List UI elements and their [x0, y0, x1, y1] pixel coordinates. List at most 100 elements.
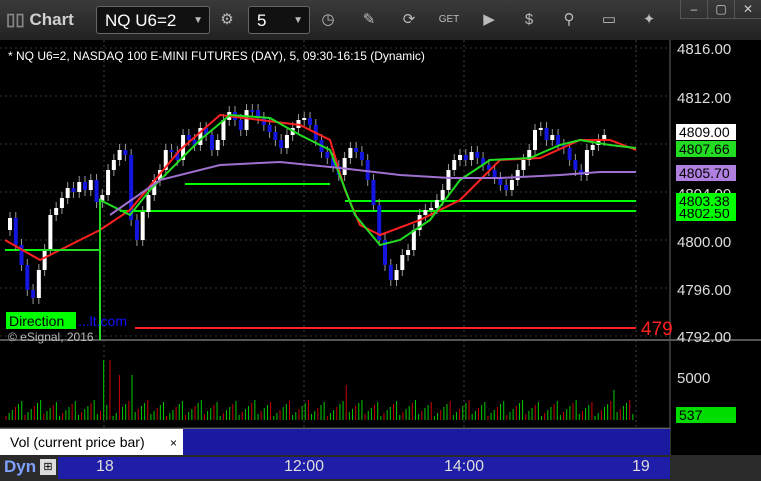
candle-body: [267, 125, 272, 132]
candle-body: [169, 150, 174, 152]
settings-gear-icon[interactable]: ⚙: [212, 6, 242, 34]
candle-body: [8, 218, 12, 230]
candle-body: [308, 118, 312, 125]
candle-body: [59, 198, 64, 208]
candle-body: [279, 140, 284, 148]
candle-body: [498, 178, 503, 185]
dynamic-label[interactable]: Dyn: [4, 457, 36, 477]
candle-body: [458, 155, 462, 160]
candle-body: [538, 128, 543, 130]
pencil-icon[interactable]: ✎: [354, 6, 384, 34]
time-tick: 14:00: [444, 458, 485, 475]
candle-body: [492, 170, 497, 178]
candle-body: [348, 148, 353, 158]
candle-body: [423, 210, 428, 215]
time-scroll-area[interactable]: [58, 457, 670, 479]
volume-tick: 5000: [677, 370, 710, 387]
minimize-icon[interactable]: –: [680, 0, 708, 19]
candle-body: [238, 120, 243, 130]
candle-body: [359, 152, 364, 160]
price-chart[interactable]: * NQ U6=2, NASDAQ 100 E-MINI FUTURES (DA…: [0, 40, 761, 481]
candle-body: [250, 110, 255, 112]
candle-body: [533, 130, 537, 150]
candle-body: [550, 135, 555, 140]
dollar-icon[interactable]: $: [514, 6, 544, 34]
get-icon[interactable]: GET: [434, 6, 464, 34]
candle-body: [475, 152, 480, 158]
time-tick: 12:00: [284, 458, 325, 475]
price-tick: 4800.00: [677, 234, 731, 251]
candle-body: [590, 145, 595, 150]
candle-body: [284, 135, 289, 148]
close-icon[interactable]: ✕: [734, 0, 761, 19]
candle-body: [429, 208, 434, 210]
candle-body: [446, 170, 451, 190]
candle-body: [71, 188, 76, 192]
candle-body: [452, 160, 457, 170]
chart-header: * NQ U6=2, NASDAQ 100 E-MINI FUTURES (DA…: [8, 49, 425, 63]
candle-body: [388, 265, 393, 280]
candle-body: [111, 160, 116, 170]
candle-body: [13, 218, 18, 245]
candle-body: [77, 182, 82, 192]
interval-input[interactable]: 5 ▼: [248, 6, 310, 34]
candle-body: [186, 135, 191, 140]
maximize-icon[interactable]: ▢: [707, 0, 735, 19]
candle-body: [25, 265, 30, 290]
link-icon[interactable]: ⚲: [554, 6, 584, 34]
refresh-icon[interactable]: ⟳: [394, 6, 424, 34]
chevron-down-icon[interactable]: ▼: [193, 7, 203, 35]
copyright: © eSignal, 2016: [8, 330, 94, 344]
candle-body: [342, 158, 347, 175]
candle-body: [411, 230, 416, 250]
candle-body: [106, 170, 111, 195]
clock-icon[interactable]: ◷: [313, 6, 343, 34]
red-level-label: 479: [641, 319, 673, 340]
candle-body: [83, 182, 87, 190]
candle-body: [469, 152, 474, 160]
candle-body: [94, 180, 99, 202]
price-tick: 4796.00: [677, 282, 731, 299]
volume-study-tab[interactable]: Vol (current price bar) ×: [0, 429, 183, 455]
candle-body: [521, 160, 526, 170]
level-1-label: 4803.38: [676, 193, 736, 209]
chevron-down-icon[interactable]: ▼: [293, 7, 303, 35]
close-icon[interactable]: ×: [170, 430, 177, 456]
candle-body: [273, 132, 278, 140]
comment-icon[interactable]: ▭: [594, 6, 624, 34]
candle-body: [146, 195, 151, 212]
volume-study-bar: Vol (current price bar) ×: [0, 428, 670, 455]
play-icon[interactable]: ▶: [474, 6, 504, 34]
candle-body: [117, 150, 122, 160]
ma-green-label: 4807.66: [676, 141, 736, 157]
candle-body: [31, 290, 36, 298]
drag-handle-icon[interactable]: ▯▯: [6, 10, 25, 29]
candle-body: [209, 135, 214, 150]
candle-body: [406, 250, 411, 255]
ma-purple-label: 4805.70: [676, 165, 736, 181]
symbol-input[interactable]: NQ U6=2 ▼: [96, 6, 210, 34]
candle-body: [400, 255, 405, 270]
price-tick: 4792.00: [677, 329, 731, 346]
watermark-url: ...lt.com: [78, 313, 127, 329]
candle-body: [440, 190, 445, 200]
tag-icon[interactable]: ✦: [634, 6, 664, 34]
price-tick: 4816.00: [677, 41, 731, 58]
candle-body: [134, 220, 139, 240]
chart-title: ▯▯ Chart: [6, 10, 74, 29]
candle-body: [584, 150, 589, 175]
candle-body: [244, 110, 249, 130]
candle-body: [504, 185, 509, 190]
candle-body: [515, 170, 520, 180]
candle-body: [463, 155, 468, 160]
candle-body: [567, 148, 572, 160]
time-tick: 18: [96, 458, 114, 475]
candle-body: [434, 200, 439, 208]
candle-body: [88, 180, 93, 190]
candle-body: [556, 135, 561, 145]
price-tick: 4812.00: [677, 90, 731, 107]
time-scale-icon[interactable]: ⊞: [40, 459, 56, 475]
candle-body: [140, 212, 145, 240]
time-tick: 19: [632, 458, 650, 475]
candle-body: [215, 140, 220, 150]
